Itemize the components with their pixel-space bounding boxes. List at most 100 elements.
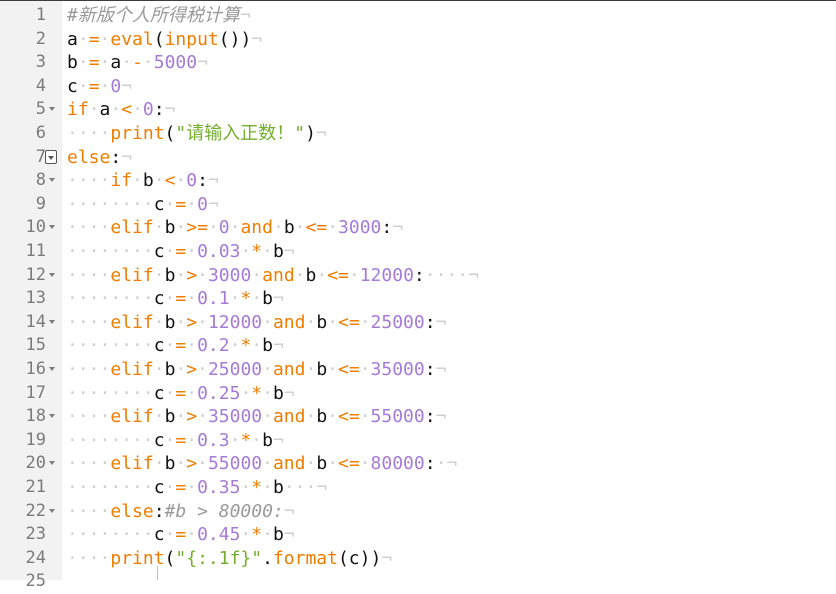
code-line[interactable]: 17 ········c·=·0.25·*·b¬ (0, 382, 836, 406)
code-token: 0 (110, 75, 122, 97)
code-token: · (197, 453, 208, 475)
code-line[interactable]: 19 ········c·=·0.3·*·b¬ (0, 429, 836, 453)
code-token: b (316, 406, 328, 428)
code-token: · (99, 28, 111, 50)
code-token: · (153, 264, 165, 286)
code-line[interactable]: 20 ····elif·b·>·55000·and·b·<=·80000:·¬ (0, 452, 836, 476)
code-text: ····elif·b·>·25000·and·b·<=·35000:¬ (67, 358, 446, 382)
fold-toggle-icon[interactable] (49, 461, 55, 466)
code-token: · (164, 524, 176, 546)
fold-toggle-icon[interactable] (49, 508, 55, 513)
code-line[interactable]: 24 ····print("{:.1f}".format(c))¬ (0, 547, 836, 571)
code-token: · (327, 453, 339, 475)
code-line[interactable]: 18 ····elif·b·>·35000·and·b·<=·55000:¬ (0, 405, 836, 429)
code-text: ····print("{:.1f}".format(c))¬ (67, 547, 392, 571)
code-token: c (153, 288, 165, 310)
code-token: <= (338, 311, 360, 333)
code-token: · (186, 429, 198, 451)
fold-toggle-icon[interactable] (45, 149, 57, 164)
fold-toggle-icon[interactable] (49, 319, 55, 324)
fold-toggle-icon[interactable] (49, 225, 55, 230)
code-token: 3000 (338, 217, 382, 239)
code-token: ¬ (283, 241, 295, 262)
code-token: "{:.1f}" (175, 547, 263, 569)
code-line[interactable]: 13 ········c·=·0.1·*·b¬ (0, 287, 836, 311)
code-line[interactable]: 6 ····print("请输入正数！")¬ (0, 122, 836, 146)
code-token: 55000 (207, 453, 263, 475)
code-token: ¬ (164, 99, 176, 121)
code-token: < (121, 99, 133, 121)
code-token: ···· (67, 217, 111, 239)
code-token: · (186, 382, 198, 404)
line-number: 7 (35, 146, 46, 167)
code-token: · (153, 217, 165, 239)
code-line[interactable]: 3 b·=·a·-·5000¬ (0, 51, 836, 75)
line-number: 8 (35, 170, 46, 191)
code-token: ¬ (272, 335, 284, 357)
code-line[interactable]: 9 ········c·=·0¬ (0, 193, 836, 217)
code-token: c (153, 429, 165, 451)
fold-toggle-icon[interactable] (49, 367, 55, 371)
code-line[interactable]: 1 #新版个人所得税计算¬ (0, 4, 836, 28)
code-token: · (164, 429, 176, 451)
code-token: * (251, 477, 263, 498)
code-line[interactable]: 25 (0, 570, 836, 594)
code-token: <= (338, 406, 360, 428)
code-token: · (186, 241, 198, 262)
code-line[interactable]: 10 ····elif·b·>=·0·and·b·<=·3000:¬ (0, 216, 836, 240)
code-line[interactable]: 11 ········c·=·0.03·*·b¬ (0, 240, 836, 264)
code-token: = (175, 477, 187, 498)
code-token: : (110, 146, 122, 168)
code-text: ····elif·b·>·55000·and·b·<=·80000:·¬ (67, 452, 457, 476)
code-text: ····else:#b > 80000:¬ (67, 500, 295, 524)
code-token: · (359, 359, 371, 380)
fold-toggle-icon[interactable] (49, 272, 55, 277)
code-line[interactable]: 23 ········c·=·0.45·*·b¬ (0, 523, 836, 547)
code-token: 0.35 (197, 477, 241, 498)
code-line[interactable]: 16 ····elif·b·>·25000·and·b·<=·35000:¬ (0, 358, 836, 382)
code-token: · (262, 382, 273, 404)
code-line[interactable]: 7 else:¬ (0, 146, 836, 170)
code-line[interactable]: 8 ····if·b·<·0:¬ (0, 169, 836, 193)
code-line[interactable]: 12 ····elif·b·>·3000·and·b·<=·12000:····¬ (0, 264, 836, 288)
code-line[interactable]: 5 if·a·<·0:¬ (0, 98, 836, 122)
code-token: : (424, 453, 436, 475)
code-token: · (359, 453, 371, 475)
code-token: if (110, 170, 133, 192)
code-token: #b > 80000: (164, 500, 284, 522)
code-token: ( (164, 123, 176, 144)
code-token: · (327, 311, 339, 333)
code-token: ¬ (392, 217, 404, 239)
code-token: * (240, 288, 252, 310)
fold-toggle-icon[interactable] (49, 107, 55, 112)
code-token: ········ (67, 288, 154, 310)
code-token: 12000 (359, 264, 414, 286)
code-token: <= (338, 453, 360, 475)
line-number: 1 (35, 5, 46, 25)
code-token: · (175, 170, 187, 192)
code-line[interactable]: 4 c·=·0¬ (0, 75, 836, 99)
code-token: elif (110, 264, 154, 286)
code-token: > (186, 311, 198, 333)
code-line[interactable]: 14 ····elif·b·>·12000·and·b·<=·25000:¬ (0, 311, 836, 335)
code-token: = (88, 28, 100, 50)
code-token: "请输入正数！" (175, 123, 306, 144)
code-token: · (197, 406, 208, 428)
code-token: · (99, 52, 111, 74)
code-token: c (153, 241, 165, 262)
code-token: · (164, 241, 176, 262)
code-line[interactable]: 22 ····else:#b > 80000:¬ (0, 500, 836, 524)
code-token: 12000 (207, 311, 263, 333)
code-token: = (175, 241, 187, 262)
fold-toggle-icon[interactable] (49, 414, 55, 419)
code-token: · (77, 28, 89, 50)
code-token: b (164, 311, 176, 333)
code-token: = (175, 288, 187, 310)
code-token: * (251, 382, 263, 404)
code-text: ········c·=·0.3·*·b¬ (67, 429, 284, 453)
code-line[interactable]: 21 ········c·=·0.35·*·b···¬ (0, 476, 836, 500)
code-line[interactable]: 2 a·=·eval(input())¬ (0, 28, 836, 52)
fold-toggle-icon[interactable] (49, 178, 55, 183)
code-line[interactable]: 15 ········c·=·0.2·*·b¬ (0, 334, 836, 358)
code-token: * (251, 241, 263, 262)
